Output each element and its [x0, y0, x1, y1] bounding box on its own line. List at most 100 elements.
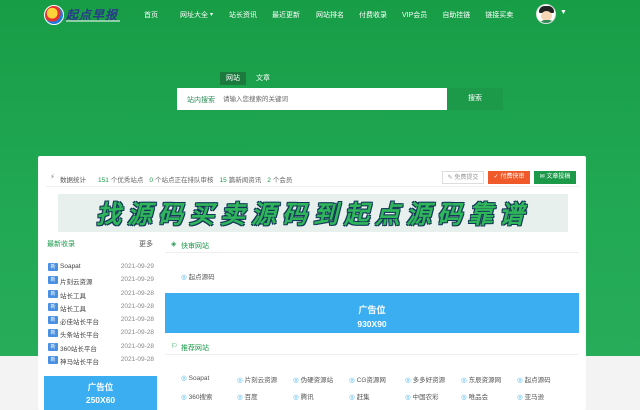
recommend-site-link[interactable]: ◎ 起点源码	[517, 374, 573, 384]
free-submit-label: 免费提交	[454, 175, 479, 181]
sidebar-list-item[interactable]: 新神马站长平台 2021-09-28	[48, 355, 154, 368]
globe-icon: ◎	[405, 394, 411, 401]
recommend-site-label: 片刻云资源	[244, 377, 278, 384]
quick-review-header: ◈ 快审网站	[165, 236, 579, 253]
sidebar-list-item[interactable]: 新头条站长平台 2021-09-28	[48, 328, 154, 341]
globe-icon: ◎	[517, 377, 523, 384]
recommend-site-link[interactable]: ◎ 伪硬资源站	[293, 374, 349, 384]
caret-down-icon[interactable]: ▼	[560, 9, 567, 16]
sidebar-more-link[interactable]: 更多	[139, 239, 153, 249]
sidebar-item-name: 360站长平台	[60, 345, 97, 353]
sidebar-item-name: Soapat	[60, 263, 81, 270]
recommend-site-label: CG资源网	[356, 377, 386, 384]
recommend-site-label: 赶集	[356, 394, 370, 401]
nav-item-2[interactable]: 站长资讯	[229, 9, 257, 20]
nav-item-label: 网址大全	[180, 11, 208, 19]
recommend-site-label: 亚马逊	[524, 394, 545, 401]
globe-icon: ◎	[181, 394, 187, 401]
nav-item-label: 首页	[144, 11, 158, 19]
stats-label: 个优秀站点	[110, 177, 144, 184]
sidebar-list-item[interactable]: 新站长工具 2021-09-28	[48, 289, 154, 302]
recommend-site-label: 中国农彩	[412, 394, 439, 401]
recommend-site-link[interactable]: ◎ 唯品会	[461, 391, 517, 401]
main-nav: 首页 网址大全 ▾ 站长资讯 最近更新 网站排名 付费收录 VIP会员 自助挂链 链接买卖	[144, 9, 513, 20]
sidebar-list: 新 Soapat 2021-09-29 新片刻云资源 2021-09-29 新站长工具 20…	[48, 262, 154, 368]
recommend-site-label: 百度	[244, 394, 258, 401]
search-button[interactable]: 搜索	[447, 88, 503, 110]
globe-icon: ◎	[461, 394, 467, 401]
recommend-site-link[interactable]: ◎ 赶集	[349, 391, 405, 401]
globe-icon: ◎	[293, 377, 299, 384]
avatar-shirt	[539, 20, 555, 23]
recommend-site-link[interactable]: ◎ 片刻云资源	[237, 374, 293, 384]
nav-item-label: VIP会员	[402, 11, 428, 19]
new-badge: 新	[48, 289, 58, 298]
free-submit-button[interactable]: ✎ 免费提交	[442, 171, 484, 184]
sidebar-list-item[interactable]: 新站长工具 2021-09-28	[48, 302, 154, 315]
ad-slot-large[interactable]: 广告位 930X90	[165, 293, 579, 333]
recommend-site-link[interactable]: ◎ 360搜索	[181, 391, 237, 401]
recommend-site-link[interactable]: ◎ 亚马逊	[517, 391, 573, 401]
site-logo[interactable]: 起点早报	[44, 4, 124, 26]
sidebar-list-item[interactable]: 新 360站长平台 2021-09-28	[48, 342, 154, 355]
search-tab-0[interactable]: 网站	[220, 72, 246, 85]
sidebar-item-date: 2021-09-28	[120, 302, 154, 310]
recommend-site-link[interactable]: ◎ 腾讯	[293, 391, 349, 401]
stats-item: 151 个优秀站点	[98, 174, 143, 184]
nav-item-label: 付费收录	[359, 11, 388, 19]
recommend-grid: ◎ Soapat ◎ 片刻云资源 ◎ 伪硬资源站 ◎ CG资源网 ◎ 多多好资源 ◎ 东辰资源网 ◎ 起点…	[181, 374, 573, 401]
recommend-site-label: 腾讯	[300, 394, 314, 401]
sidebar-list-item[interactable]: 新必佳站长平台 2021-09-28	[48, 315, 154, 328]
sidebar-header: 最新收录 更多	[44, 236, 157, 250]
new-badge: 新	[48, 276, 58, 285]
paid-review-button[interactable]: ✓ 付费快审	[488, 171, 530, 184]
recommend-site-link[interactable]: ◎ 百度	[237, 391, 293, 401]
sidebar-list-item[interactable]: 新片刻云资源 2021-09-29	[48, 275, 154, 288]
shield-icon: ◈	[171, 241, 177, 248]
nav-item-7[interactable]: 自助挂链	[442, 9, 470, 20]
stats-count: 0	[149, 177, 153, 184]
recommend-site-link[interactable]: ◎ 东辰资源网	[461, 374, 517, 384]
ad-slot-small[interactable]: 广告位 250X60	[44, 376, 157, 410]
promo-banner[interactable]: 找源码买卖源码到起点源码靠谱	[58, 194, 568, 232]
quick-review-title: 快审网站	[181, 243, 209, 250]
stats-count: 151	[98, 177, 109, 184]
nav-item-4[interactable]: 网站排名	[316, 9, 344, 20]
recommend-site-link[interactable]: ◎ 多多好资源	[405, 374, 461, 384]
nav-item-1[interactable]: 网址大全 ▾	[180, 9, 213, 20]
stats-count: 2	[267, 177, 271, 184]
stats-title: 数据统计	[60, 177, 86, 184]
quick-review-item[interactable]: ◎ 起点源码	[181, 271, 215, 281]
recommend-site-link[interactable]: ◎ CG资源网	[349, 374, 405, 384]
ad-small-title: 广告位	[87, 382, 114, 392]
paid-review-label: 付费快审	[500, 174, 525, 180]
globe-icon: ◎	[293, 394, 299, 401]
user-avatar[interactable]	[536, 4, 556, 24]
sidebar-list-item[interactable]: 新 Soapat 2021-09-29	[48, 262, 154, 275]
globe-icon: ◎	[461, 377, 467, 384]
nav-item-label: 最近更新	[272, 11, 301, 19]
article-submit-button[interactable]: ✉ 文章投稿	[534, 171, 576, 184]
stats-item: 15 篇新闻资讯	[219, 174, 261, 184]
stats-label: 个会员	[272, 177, 293, 184]
nav-item-6[interactable]: VIP会员	[402, 9, 427, 20]
globe-icon: ◎	[181, 375, 187, 382]
nav-item-5[interactable]: 付费收录	[359, 9, 387, 20]
recommend-site-label: 东辰资源网	[468, 377, 502, 384]
search-input[interactable]	[223, 93, 423, 105]
nav-item-8[interactable]: 链接买卖	[485, 9, 513, 20]
sidebar-item-date: 2021-09-28	[120, 342, 154, 350]
search-tab-1[interactable]: 文章	[250, 72, 276, 85]
sidebar-item-date: 2021-09-28	[120, 289, 154, 297]
sidebar-item-name: 神马站长平台	[60, 359, 99, 367]
chart-icon: ⚡	[50, 174, 55, 181]
recommend-site-link[interactable]: ◎ 中国农彩	[405, 391, 461, 401]
nav-item-0[interactable]: 首页	[144, 9, 158, 20]
new-badge: 新	[48, 263, 58, 271]
globe-icon: ◎	[517, 394, 523, 401]
sidebar-item-name: 必佳站长平台	[60, 319, 99, 327]
nav-item-3[interactable]: 最近更新	[272, 9, 300, 20]
recommend-title: 推荐网站	[181, 345, 209, 352]
sidebar-item-date: 2021-09-29	[120, 263, 154, 270]
recommend-site-link[interactable]: ◎ Soapat	[181, 374, 237, 384]
